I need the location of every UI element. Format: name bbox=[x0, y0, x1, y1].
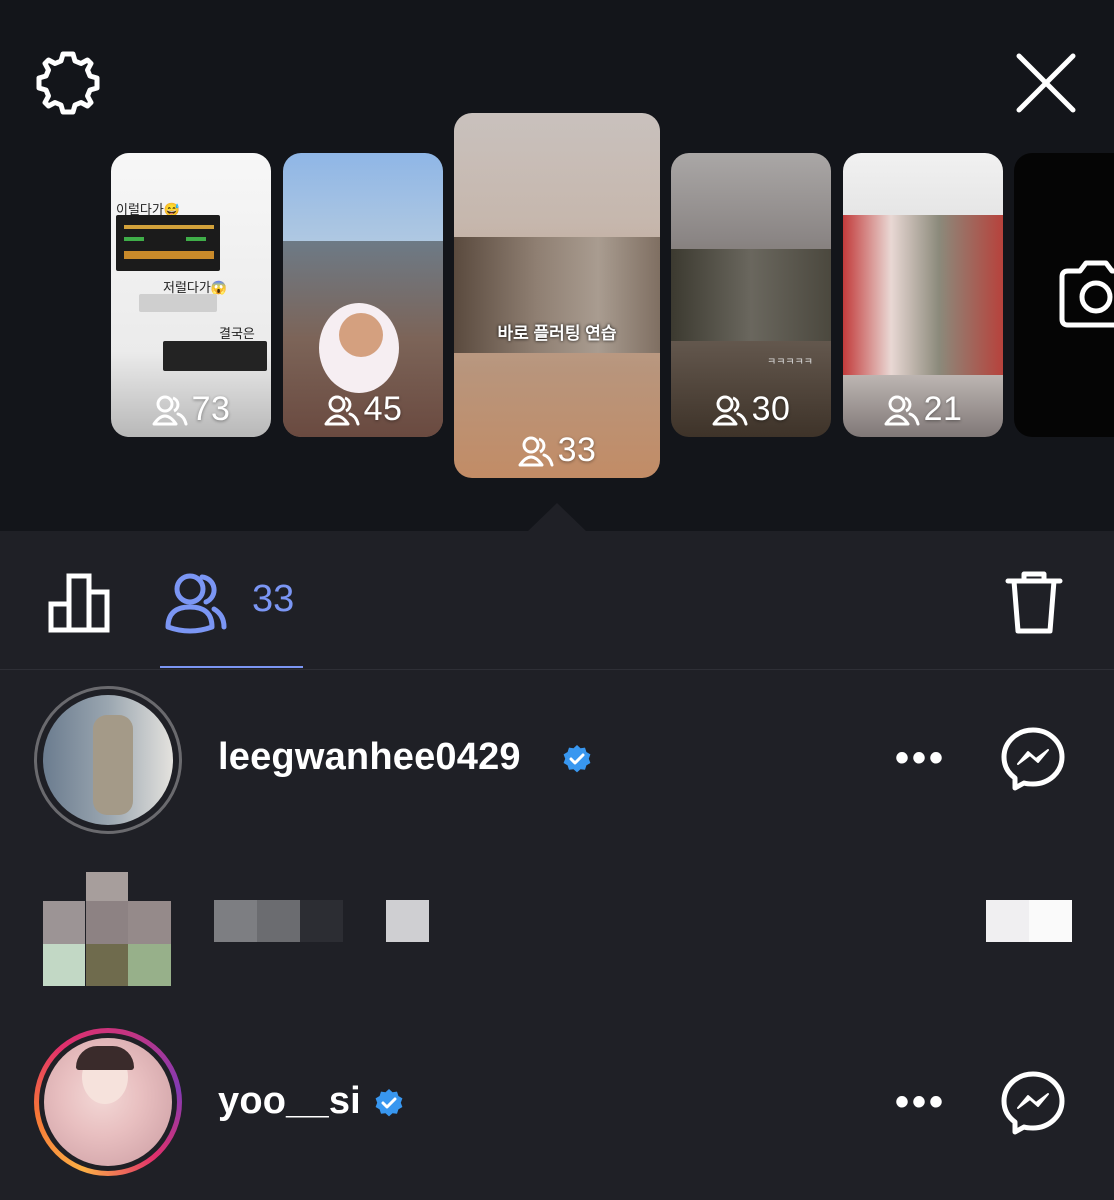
story-caption: ㅋㅋㅋㅋㅋ bbox=[767, 357, 813, 368]
trash-icon[interactable] bbox=[996, 564, 1072, 640]
avatar bbox=[43, 872, 171, 986]
story-viewer-count: 21 bbox=[843, 390, 1003, 429]
add-story-button[interactable] bbox=[1014, 153, 1114, 437]
story-photo bbox=[339, 313, 383, 357]
username[interactable]: yoo__si bbox=[218, 1080, 361, 1123]
viewers-icon bbox=[152, 395, 188, 425]
active-tab-indicator bbox=[160, 666, 303, 668]
more-options-button[interactable]: ••• bbox=[895, 1080, 946, 1125]
story-video-frame bbox=[843, 215, 1003, 375]
viewer-row[interactable]: yoo__si ••• bbox=[0, 1016, 1114, 1200]
button-censored[interactable] bbox=[986, 900, 1072, 942]
verified-badge-icon bbox=[563, 745, 591, 773]
selected-story-pointer bbox=[527, 503, 587, 532]
story-thumbnail-selected[interactable]: 바로 플러팅 연습 33 bbox=[454, 113, 660, 478]
story-thumbnail[interactable]: 이럴다가😅 저럴다가😱 결국은🙈 73 bbox=[111, 153, 271, 437]
gear-icon[interactable] bbox=[30, 45, 106, 121]
story-viewer-count: 73 bbox=[111, 390, 271, 429]
viewers-icon bbox=[518, 436, 554, 466]
avatar[interactable] bbox=[34, 686, 182, 834]
story-thumbnail[interactable]: 45 bbox=[283, 153, 443, 437]
scoreboard-image bbox=[139, 294, 217, 312]
viewers-icon bbox=[324, 395, 360, 425]
viewer-count[interactable]: 33 bbox=[252, 578, 294, 621]
bar-chart-icon[interactable] bbox=[42, 564, 118, 640]
story-caption: 바로 플러팅 연습 bbox=[497, 324, 617, 343]
messenger-icon[interactable] bbox=[1000, 726, 1066, 792]
story-viewer-count: 45 bbox=[283, 390, 443, 429]
viewer-row[interactable]: leegwanhee0429 ••• bbox=[0, 670, 1114, 846]
viewers-icon bbox=[712, 395, 748, 425]
verified-badge-icon bbox=[375, 1089, 403, 1117]
scoreboard-image bbox=[163, 341, 267, 371]
viewer-row-censored[interactable] bbox=[0, 846, 1114, 1016]
story-thumbnail[interactable]: ㅋㅋㅋㅋㅋ 30 bbox=[671, 153, 831, 437]
username-censored bbox=[214, 900, 430, 942]
scoreboard-image bbox=[116, 215, 220, 271]
camera-icon bbox=[1059, 260, 1114, 328]
story-viewer-count: 30 bbox=[671, 390, 831, 429]
messenger-icon[interactable] bbox=[1000, 1070, 1066, 1136]
close-icon[interactable] bbox=[1008, 45, 1084, 121]
username[interactable]: leegwanhee0429 bbox=[218, 736, 521, 779]
avatar[interactable] bbox=[34, 1028, 182, 1176]
more-options-button[interactable]: ••• bbox=[895, 736, 946, 781]
viewers-icon bbox=[884, 395, 920, 425]
story-thumbnail[interactable]: 21 bbox=[843, 153, 1003, 437]
story-viewer-count: 33 bbox=[454, 431, 660, 470]
story-video-frame bbox=[671, 249, 831, 341]
viewers-icon[interactable] bbox=[158, 564, 234, 640]
